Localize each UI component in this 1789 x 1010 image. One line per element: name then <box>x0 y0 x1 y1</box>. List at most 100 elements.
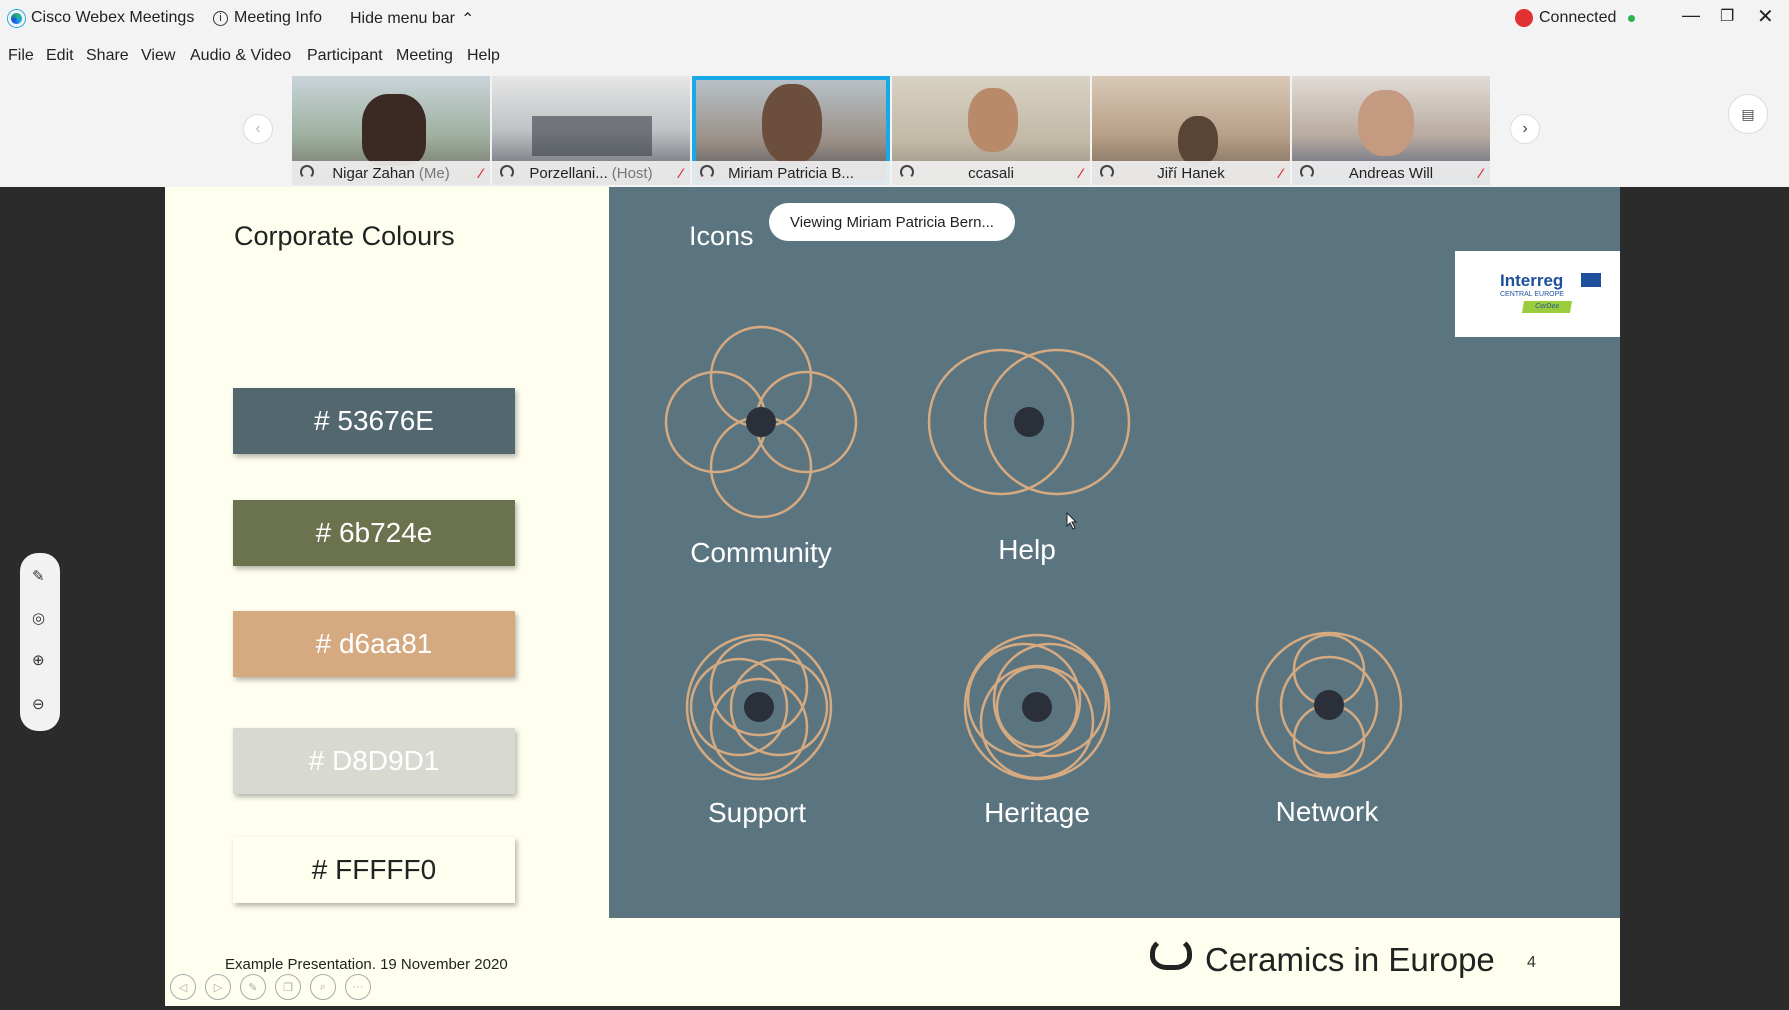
app-title: Cisco Webex Meetings <box>8 9 194 27</box>
participant-tile[interactable]: ccasali ⁄ <box>892 76 1090 185</box>
menu-view[interactable]: View <box>141 47 175 65</box>
participant-video <box>532 116 652 156</box>
menu-participant[interactable]: Participant <box>307 47 383 65</box>
annotate-button[interactable]: ✎ <box>240 974 266 1000</box>
previous-slide-button[interactable]: ◁ <box>170 974 196 1000</box>
more-button[interactable]: ··· <box>345 974 371 1000</box>
participant-label: ccasali ⁄ <box>892 161 1090 185</box>
slide-right-panel: Icons Community Help Support Heritage Ne… <box>609 187 1620 918</box>
color-swatch: # D8D9D1 <box>233 728 515 794</box>
previous-icon: ◁ <box>178 981 188 994</box>
next-slide-button[interactable]: ▷ <box>205 974 231 1000</box>
muted-mic-icon: ⁄ <box>679 165 682 181</box>
close-icon: ✕ <box>1757 6 1774 28</box>
menu-share[interactable]: Share <box>86 47 129 65</box>
webex-logo-icon <box>8 9 25 27</box>
community-label: Community <box>690 537 832 568</box>
headset-icon <box>500 165 514 179</box>
support-label: Support <box>707 797 807 828</box>
brand-text: Ceramics in Europe <box>1205 941 1495 978</box>
annotate-pen-icon[interactable]: ✎ <box>32 567 45 585</box>
layout-icon: ▤ <box>1741 105 1755 122</box>
muted-mic-icon: ⁄ <box>479 165 482 181</box>
footer-text: Example Presentation. 19 November 2020 <box>225 956 508 973</box>
zoom-out-icon[interactable]: ⊖ <box>32 695 45 713</box>
minimize-button[interactable]: — <box>1682 5 1700 26</box>
participant-label: Porzellani... (Host) ⁄ <box>492 161 690 185</box>
zoom-in-icon[interactable]: ⊕ <box>32 651 45 669</box>
restore-button[interactable]: ❐ <box>1720 6 1734 26</box>
participant-label: Nigar Zahan (Me) ⁄ <box>292 161 490 185</box>
headset-icon <box>1100 165 1114 179</box>
eu-flag-icon <box>1581 273 1601 287</box>
close-button[interactable]: ✕ <box>1757 4 1774 29</box>
pen-icon: ✎ <box>248 981 258 994</box>
zoom-button[interactable]: ⌕ <box>310 974 336 1000</box>
hide-menu-bar-button[interactable]: Hide menu bar ⌃ <box>350 9 474 29</box>
shared-content-area: Corporate Colours # 53676E # 6b724e # d6… <box>0 187 1789 1010</box>
copy-icon: ❐ <box>283 981 293 994</box>
zoom-icon: ⌕ <box>319 980 327 993</box>
menu-audio-video[interactable]: Audio & Video <box>190 47 291 65</box>
help-label: Help <box>998 534 1056 565</box>
color-swatch: # 53676E <box>233 388 515 454</box>
color-swatch: # 6b724e <box>233 500 515 566</box>
headset-icon <box>1300 165 1314 179</box>
meeting-info-button[interactable]: i Meeting Info <box>213 9 322 27</box>
participant-strip: ‹ Nigar Zahan (Me) ⁄ Porzellani... (Host… <box>0 74 1789 187</box>
participant-tile[interactable]: Jiří Hanek ⁄ <box>1092 76 1290 185</box>
left-title: Corporate Colours <box>234 221 455 251</box>
network-label: Network <box>1275 796 1379 827</box>
menu-help[interactable]: Help <box>467 47 500 65</box>
community-icon <box>664 325 858 519</box>
menu-bar: File Edit Share View Audio & Video Parti… <box>0 38 1789 74</box>
mouse-cursor-icon <box>1066 512 1078 530</box>
info-icon: i <box>213 10 228 26</box>
headset-icon <box>700 165 714 179</box>
menu-meeting[interactable]: Meeting <box>396 47 453 65</box>
participant-label: Jiří Hanek ⁄ <box>1092 161 1290 185</box>
network-icon <box>1255 631 1403 779</box>
minimize-icon: — <box>1682 5 1700 25</box>
slide-footer: Example Presentation. 19 November 2020 C… <box>165 918 1620 1006</box>
color-swatch: # FFFFF0 <box>233 837 515 903</box>
previous-participants-button[interactable]: ‹ <box>243 114 273 144</box>
chevron-left-icon: ‹ <box>255 120 261 137</box>
participant-tile-active[interactable]: Miriam Patricia B... <box>692 76 890 185</box>
headset-icon <box>300 165 314 179</box>
participant-video <box>968 88 1018 152</box>
participant-video <box>1178 116 1218 166</box>
ceramics-logo-icon <box>1150 936 1192 970</box>
pointer-icon[interactable]: ◎ <box>32 609 45 627</box>
participant-label: Andreas Will ⁄ <box>1292 161 1490 185</box>
participant-video <box>1358 90 1414 156</box>
chevron-right-icon: › <box>1522 120 1528 137</box>
connection-status[interactable]: Connected <box>1515 9 1636 27</box>
right-title: Icons <box>689 221 754 251</box>
participant-tile[interactable]: Porzellani... (Host) ⁄ <box>492 76 690 185</box>
title-bar: Cisco Webex Meetings i Meeting Info Hide… <box>0 0 1789 38</box>
participant-tile[interactable]: Andreas Will ⁄ <box>1292 76 1490 185</box>
menu-file[interactable]: File <box>8 47 34 65</box>
interreg-logo: Interreg CENTRAL EUROPE CerDee <box>1455 251 1620 337</box>
help-icon <box>927 348 1131 496</box>
headset-icon <box>900 165 914 179</box>
slide-left-panel: Corporate Colours # 53676E # 6b724e # d6… <box>165 187 609 918</box>
viewing-banner: Viewing Miriam Patricia Bern... <box>769 203 1015 241</box>
copy-button[interactable]: ❐ <box>275 974 301 1000</box>
participant-label: Miriam Patricia B... <box>692 161 890 185</box>
color-swatch: # d6aa81 <box>233 611 515 677</box>
layout-button[interactable]: ▤ <box>1728 94 1768 134</box>
participant-video <box>362 94 426 166</box>
support-icon <box>685 633 833 781</box>
muted-mic-icon: ⁄ <box>1079 165 1082 181</box>
muted-mic-icon: ⁄ <box>1279 165 1282 181</box>
heritage-label: Heritage <box>984 797 1090 828</box>
muted-mic-icon: ⁄ <box>1479 165 1482 181</box>
participant-video <box>762 84 822 164</box>
participant-tile[interactable]: Nigar Zahan (Me) ⁄ <box>292 76 490 185</box>
recording-icon <box>1515 9 1533 27</box>
next-participants-button[interactable]: › <box>1510 114 1540 144</box>
menu-edit[interactable]: Edit <box>46 47 74 65</box>
more-icon: ··· <box>352 981 364 993</box>
